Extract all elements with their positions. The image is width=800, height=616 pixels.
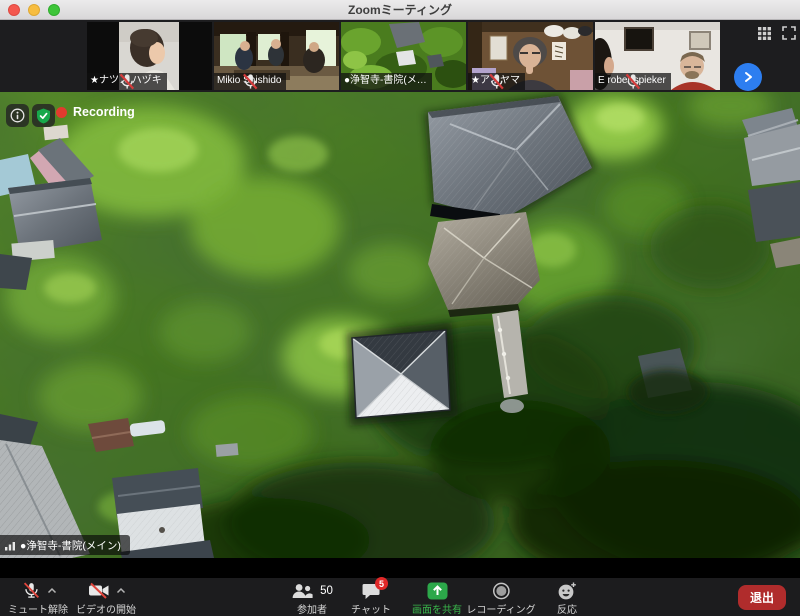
video-options-chevron-icon[interactable] [116,587,126,594]
reactions-button[interactable]: 反応 [557,582,577,616]
mute-options-chevron-icon[interactable] [47,587,57,594]
temple-pyramid-roof [346,322,458,426]
meeting-info-button[interactable] [6,104,29,127]
participant-strip: ★ナツノ ハヅキ [0,20,800,92]
chevron-right-icon [742,71,754,83]
participants-label: 参加者 [297,601,327,616]
share-screen-label: 画面を共有 [412,601,462,616]
participants-button[interactable]: 50 参加者 [291,582,333,616]
gallery-view-icon[interactable] [757,26,772,41]
fullscreen-icon[interactable] [782,26,796,40]
unmute-button[interactable]: ミュート解除 [8,582,68,616]
zoom-window-button[interactable] [48,4,60,16]
meeting-toolbar: ミュート解除 ビデオの開始 [0,578,800,616]
reactions-smiley-icon [557,582,577,600]
leave-meeting-button[interactable]: 退出 [738,585,786,610]
signal-bars-icon [4,540,16,551]
shield-check-icon [36,108,51,124]
encryption-shield-button[interactable] [32,104,55,127]
aerial-drone-video [0,92,800,558]
share-screen-icon [427,582,448,600]
participant-name: ●浄智寺-書院(メ… [344,75,427,87]
title-bar: Zoomミーティング [0,0,800,20]
start-video-button[interactable]: ビデオの開始 [76,582,136,616]
reactions-label: 反応 [557,601,577,616]
share-screen-button[interactable]: 画面を共有 [412,582,462,616]
muted-mic-icon [468,73,525,90]
participant-thumbnail[interactable]: E robertspieker [595,22,720,90]
zoom-meeting-window: Zoomミーティング ★ナツノ ハヅキ [0,0,800,616]
chat-label: チャット [351,601,391,616]
recording-dot-icon [56,107,67,118]
record-button[interactable]: レコーディング [466,582,535,616]
chat-button[interactable]: 5 チャット [351,582,391,616]
participant-thumbnail[interactable]: ★アオヤマ [468,22,593,90]
main-video-stage: Recording ●浄智寺-書院(メイン) [0,92,800,558]
source-name: ●浄智寺-書院(メイン) [20,538,121,553]
muted-mic-icon [87,73,167,90]
start-video-label: ビデオの開始 [76,601,136,616]
chat-unread-badge: 5 [375,577,388,590]
participants-count: 50 [320,585,333,597]
recording-label: Recording [73,105,135,119]
close-button[interactable] [8,4,20,16]
next-participants-button[interactable] [734,63,762,91]
record-label: レコーディング [466,601,535,616]
participant-thumbnail[interactable]: ★ナツノ ハヅキ [87,22,212,90]
participant-thumbnail[interactable]: Mikio Shishido [214,22,339,90]
active-video-source-label: ●浄智寺-書院(メイン) [0,535,130,555]
info-icon [10,108,25,123]
video-off-icon [87,582,111,599]
recording-indicator: Recording [56,105,135,119]
muted-mic-icon [214,73,286,90]
record-icon [492,582,510,600]
participants-icon [291,583,313,599]
muted-mic-icon [595,73,671,90]
window-title: Zoomミーティング [348,1,452,18]
minimize-button[interactable] [28,4,40,16]
unmute-label: ミュート解除 [8,601,68,616]
muted-mic-icon [20,582,42,599]
participant-thumbnail-active-speaker[interactable]: ●浄智寺-書院(メ… [341,22,466,90]
